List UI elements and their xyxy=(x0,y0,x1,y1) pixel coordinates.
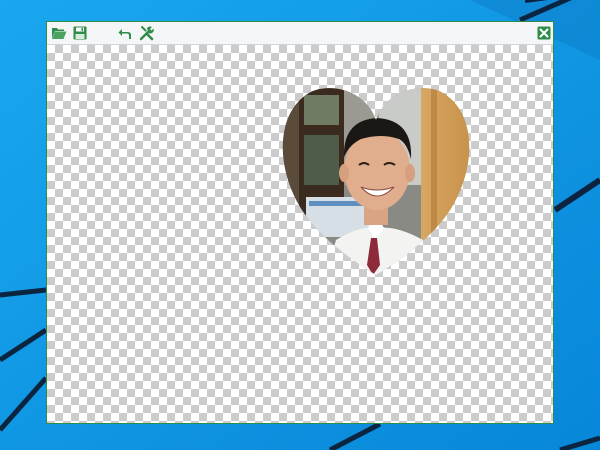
close-icon xyxy=(537,26,551,40)
save-button[interactable] xyxy=(72,25,88,41)
folder-open-icon xyxy=(52,28,67,39)
open-button[interactable] xyxy=(51,25,67,41)
floppy-disk-icon xyxy=(73,26,87,40)
image-canvas[interactable] xyxy=(47,45,553,423)
editor-window xyxy=(46,21,554,424)
undo-arrow-icon xyxy=(118,29,131,39)
heart-cropped-portrait[interactable] xyxy=(271,65,481,275)
toolbar xyxy=(47,22,553,45)
undo-button[interactable] xyxy=(117,25,133,41)
tools-button[interactable] xyxy=(139,25,155,41)
close-button[interactable] xyxy=(536,25,552,41)
tools-icon xyxy=(139,26,154,41)
